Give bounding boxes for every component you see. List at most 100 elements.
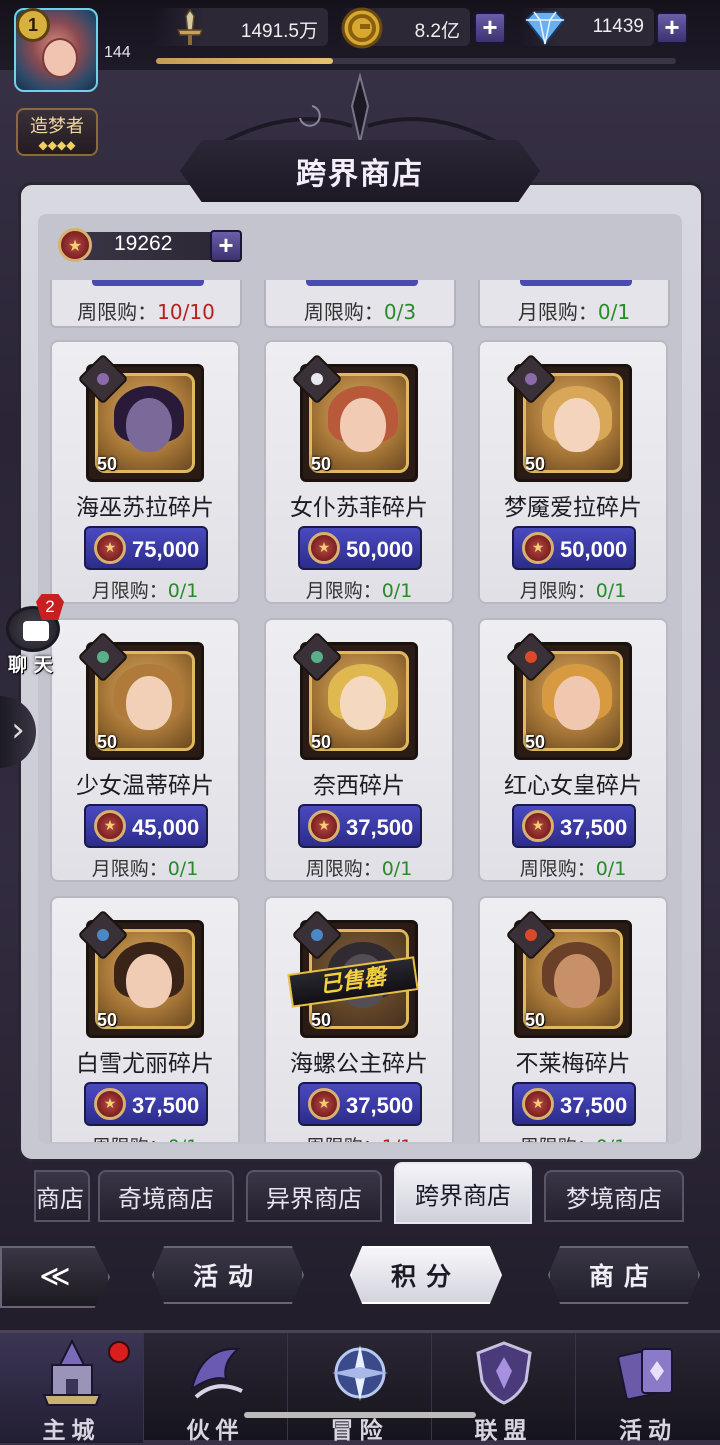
character-portrait (554, 676, 600, 730)
price-button[interactable]: ★ 37,500 (298, 1082, 422, 1126)
medal-icon: ★ (308, 1088, 340, 1120)
item-quantity: 50 (525, 454, 546, 474)
price-value: 45,000 (132, 815, 200, 840)
notification-dot (108, 1341, 130, 1363)
nav-adventure[interactable]: 冒险 (288, 1333, 432, 1444)
limit-count: 0/1 (167, 580, 199, 602)
item-name: 女仆苏菲碎片 (290, 495, 428, 521)
item-frame: 50 (291, 631, 418, 760)
character-portrait (126, 398, 172, 452)
price-button[interactable]: ★ 75,000 (84, 526, 208, 570)
nav-alliance[interactable]: 联盟 (432, 1333, 576, 1444)
medal-icon: ★ (58, 228, 92, 262)
item-quantity: 50 (311, 454, 332, 474)
price-button[interactable]: ★ 50,000 (512, 526, 636, 570)
partial-card-2[interactable]: 周限购：0/3 (264, 280, 456, 328)
shop-item-card[interactable]: 50 奈西碎片 ★ 37,500 周限购：0/1 (264, 618, 454, 882)
tab-crossworld-shop[interactable]: 跨界商店 (394, 1162, 532, 1224)
limit-count: 0/3 (383, 300, 417, 324)
store-button[interactable]: 商店 (548, 1246, 700, 1304)
item-quantity: 50 (525, 732, 546, 752)
limit-count: 0/1 (167, 858, 199, 880)
add-gold-button[interactable]: + (474, 12, 506, 44)
character-portrait (340, 398, 386, 452)
limit-label: 周限购： (519, 858, 596, 880)
back-arrow-icon: ≪ (39, 1259, 71, 1294)
shop-item-card[interactable]: 50 梦魇爱拉碎片 ★ 50,000 月限购：0/1 (478, 340, 668, 604)
activity-button[interactable]: 活动 (152, 1246, 304, 1304)
price-value: 50,000 (346, 537, 414, 562)
medal-icon: ★ (308, 810, 340, 842)
nav-events[interactable]: 活动 (576, 1333, 720, 1444)
nav-main-city[interactable]: 主城 (0, 1333, 144, 1444)
character-portrait (340, 676, 386, 730)
price-button[interactable]: ★ 50,000 (298, 526, 422, 570)
item-frame: 50 (505, 631, 632, 760)
item-quantity: 50 (97, 454, 118, 474)
medal-icon: ★ (522, 532, 554, 564)
player-title-plate[interactable]: 造梦者 ◆◆◆◆ (16, 108, 98, 156)
price-value: 50,000 (560, 537, 628, 562)
price-button[interactable]: ★ 45,000 (84, 804, 208, 848)
medal-icon: ★ (94, 1088, 126, 1120)
shop-item-card[interactable]: 50 红心女皇碎片 ★ 37,500 周限购：0/1 (478, 618, 668, 882)
price-button[interactable]: ★ 37,500 (512, 804, 636, 848)
limit-text: 月限购：0/1 (266, 576, 452, 603)
player-vip-level: 144 (104, 44, 131, 61)
limit-label: 月限购： (519, 580, 596, 602)
medal-icon: ★ (522, 810, 554, 842)
avatar-face (42, 38, 78, 78)
item-grid[interactable]: 周限购：10/10 周限购：0/3 月限购：0/1 50 海巫苏拉碎片 ★ 75,00… (38, 280, 682, 1142)
shop-item-card[interactable]: 50 不莱梅碎片 ★37,500 周限购：0/1 (478, 896, 668, 1142)
nav-partner[interactable]: 伙伴 (144, 1333, 288, 1444)
price-strip (520, 280, 632, 286)
chat-button[interactable]: 2 聊 天 (4, 594, 64, 676)
character-portrait (126, 954, 172, 1008)
price-strip (92, 280, 204, 286)
limit-label: 周限购： (520, 1136, 596, 1142)
limit-text: 周限购：0/1 (480, 1132, 666, 1142)
add-diamond-button[interactable]: + (656, 12, 688, 44)
item-frame: 50 (505, 909, 632, 1038)
power-value: 1491.5万 (240, 21, 318, 42)
item-frame: 50 (77, 353, 204, 482)
shop-item-card[interactable]: 50 少女温蒂碎片 ★ 45,000 月限购：0/1 (50, 618, 240, 882)
player-avatar-button[interactable]: 1 (4, 2, 102, 102)
item-name: 海螺公主碎片 (290, 1051, 428, 1077)
price-button[interactable]: ★ 37,500 (298, 804, 422, 848)
limit-label: 月限购： (91, 858, 168, 880)
price-button[interactable]: ★ 37,500 (512, 1082, 636, 1126)
tab-dream-shop[interactable]: 梦境商店 (544, 1170, 684, 1222)
price-value: 37,500 (346, 815, 414, 840)
limit-count: 0/1 (597, 300, 631, 324)
partial-card-1[interactable]: 周限购：10/10 (50, 280, 242, 328)
player-title: 造梦者 (30, 116, 84, 137)
item-quantity: 50 (311, 732, 332, 752)
item-frame: 50 (77, 631, 204, 760)
item-frame: 50 (291, 353, 418, 482)
limit-count: 0/1 (595, 858, 627, 880)
limit-text: 月限购：0/1 (480, 576, 666, 603)
add-points-button[interactable]: + (210, 230, 242, 262)
shop-item-card[interactable]: 50 海巫苏拉碎片 ★ 75,000 月限购：0/1 (50, 340, 240, 604)
back-button[interactable]: ≪ (0, 1246, 110, 1308)
limit-label: 周限购： (92, 1136, 168, 1142)
limit-label: 周限购： (306, 1136, 382, 1142)
shop-item-card[interactable]: 50 白雪尤丽碎片 ★37,500 周限购：0/1 (50, 896, 240, 1142)
header-ornament-icon (219, 72, 501, 146)
tab-shop[interactable]: 商店 (34, 1170, 90, 1222)
tab-otherworld-shop[interactable]: 异界商店 (246, 1170, 382, 1222)
limit-text: 月限购：0/1 (52, 854, 238, 881)
gold-coin-icon (341, 7, 383, 49)
sub-navigation: ≪ 活动 积分 商店 (0, 1238, 720, 1318)
price-button[interactable]: ★ 37,500 (84, 1082, 208, 1126)
compass-icon (332, 1345, 388, 1401)
chat-label: 聊 天 (8, 654, 53, 676)
points-button[interactable]: 积分 (350, 1246, 502, 1304)
price-value: 37,500 (346, 1093, 414, 1118)
shop-item-card[interactable]: 50 女仆苏菲碎片 ★ 50,000 月限购：0/1 (264, 340, 454, 604)
partial-card-3[interactable]: 月限购：0/1 (478, 280, 670, 328)
shop-item-card[interactable]: 50已售罄海螺公主碎片 ★37,500 周限购：1/1 (264, 896, 454, 1142)
tab-wonderland-shop[interactable]: 奇境商店 (98, 1170, 234, 1222)
price-value: 37,500 (132, 1093, 200, 1118)
